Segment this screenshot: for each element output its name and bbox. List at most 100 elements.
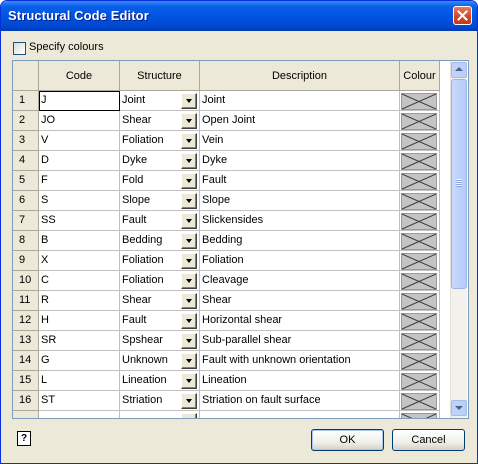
code-cell[interactable]: G (39, 351, 120, 371)
chevron-down-icon[interactable] (181, 273, 197, 289)
description-cell[interactable] (200, 411, 400, 418)
row-number[interactable]: 4 (13, 151, 39, 171)
chevron-down-icon[interactable] (181, 93, 197, 109)
chevron-down-icon[interactable] (181, 113, 197, 129)
column-header-structure[interactable]: Structure (120, 61, 200, 91)
no-colour-swatch-icon[interactable] (401, 113, 437, 130)
chevron-down-icon[interactable] (181, 293, 197, 309)
row-number[interactable]: 16 (13, 391, 39, 411)
row-number[interactable]: 13 (13, 331, 39, 351)
row-number[interactable]: 6 (13, 191, 39, 211)
no-colour-swatch-icon[interactable] (401, 273, 437, 290)
chevron-down-icon[interactable] (181, 393, 197, 409)
no-colour-swatch-icon[interactable] (401, 233, 437, 250)
row-number[interactable] (13, 411, 39, 418)
row-number[interactable]: 3 (13, 131, 39, 151)
no-colour-swatch-icon[interactable] (401, 173, 437, 190)
chevron-down-icon[interactable] (181, 373, 197, 389)
description-cell[interactable]: Lineation (200, 371, 400, 391)
scroll-thumb[interactable] (451, 79, 467, 289)
vertical-scrollbar[interactable] (450, 61, 467, 418)
code-cell[interactable]: X (39, 251, 120, 271)
help-icon[interactable]: ? (17, 431, 31, 446)
code-cell[interactable]: D (39, 151, 120, 171)
code-cell[interactable]: C (39, 271, 120, 291)
chevron-down-icon[interactable] (181, 333, 197, 349)
description-cell[interactable]: Horizontal shear (200, 311, 400, 331)
description-cell[interactable]: Shear (200, 291, 400, 311)
no-colour-swatch-icon[interactable] (401, 313, 437, 330)
no-colour-swatch-icon[interactable] (401, 333, 437, 350)
chevron-down-icon[interactable] (181, 353, 197, 369)
no-colour-swatch-icon[interactable] (401, 193, 437, 210)
no-colour-swatch-icon[interactable] (401, 293, 437, 310)
code-cell[interactable]: L (39, 371, 120, 391)
description-cell[interactable]: Open Joint (200, 111, 400, 131)
row-number[interactable]: 11 (13, 291, 39, 311)
code-cell[interactable]: JO (39, 111, 120, 131)
no-colour-swatch-icon[interactable] (401, 133, 437, 150)
scroll-up-button[interactable] (451, 62, 467, 78)
code-cell[interactable]: V (39, 131, 120, 151)
scroll-down-button[interactable] (451, 400, 467, 416)
code-cell[interactable]: SR (39, 331, 120, 351)
code-cell[interactable]: B (39, 231, 120, 251)
description-cell[interactable]: Cleavage (200, 271, 400, 291)
row-number[interactable]: 2 (13, 111, 39, 131)
chevron-down-icon[interactable] (181, 193, 197, 209)
no-colour-swatch-icon[interactable] (401, 413, 437, 418)
code-cell[interactable]: SS (39, 211, 120, 231)
description-cell[interactable]: Striation on fault surface (200, 391, 400, 411)
row-number[interactable]: 14 (13, 351, 39, 371)
description-cell[interactable]: Fault (200, 171, 400, 191)
code-cell[interactable]: F (39, 171, 120, 191)
no-colour-swatch-icon[interactable] (401, 213, 437, 230)
code-cell[interactable]: J (39, 91, 120, 111)
no-colour-swatch-icon[interactable] (401, 253, 437, 270)
ok-button[interactable]: OK (311, 429, 384, 451)
title-bar[interactable]: Structural Code Editor (1, 1, 477, 31)
row-number[interactable]: 9 (13, 251, 39, 271)
corner-cell[interactable] (13, 61, 39, 91)
column-header-colour[interactable]: Colour (400, 61, 440, 91)
description-cell[interactable]: Slickensides (200, 211, 400, 231)
chevron-down-icon[interactable] (181, 413, 197, 418)
no-colour-swatch-icon[interactable] (401, 393, 437, 410)
column-header-code[interactable]: Code (39, 61, 120, 91)
description-cell[interactable]: Joint (200, 91, 400, 111)
row-number[interactable]: 10 (13, 271, 39, 291)
chevron-down-icon[interactable] (181, 253, 197, 269)
row-number[interactable]: 8 (13, 231, 39, 251)
description-cell[interactable]: Sub-parallel shear (200, 331, 400, 351)
row-number[interactable]: 7 (13, 211, 39, 231)
code-cell[interactable]: R (39, 291, 120, 311)
chevron-down-icon[interactable] (181, 233, 197, 249)
no-colour-swatch-icon[interactable] (401, 153, 437, 170)
cancel-button[interactable]: Cancel (392, 429, 465, 451)
no-colour-swatch-icon[interactable] (401, 353, 437, 370)
row-number[interactable]: 5 (13, 171, 39, 191)
description-cell[interactable]: Fault with unknown orientation (200, 351, 400, 371)
row-number[interactable]: 1 (13, 91, 39, 111)
code-cell[interactable]: H (39, 311, 120, 331)
chevron-down-icon[interactable] (181, 153, 197, 169)
specify-colours-checkbox[interactable] (13, 42, 26, 55)
no-colour-swatch-icon[interactable] (401, 373, 437, 390)
code-cell[interactable]: S (39, 191, 120, 211)
description-cell[interactable]: Foliation (200, 251, 400, 271)
chevron-down-icon[interactable] (181, 133, 197, 149)
row-number[interactable]: 12 (13, 311, 39, 331)
chevron-down-icon[interactable] (181, 313, 197, 329)
description-cell[interactable]: Bedding (200, 231, 400, 251)
chevron-down-icon[interactable] (181, 173, 197, 189)
description-cell[interactable]: Dyke (200, 151, 400, 171)
code-cell[interactable] (39, 411, 120, 418)
chevron-down-icon[interactable] (181, 213, 197, 229)
column-header-description[interactable]: Description (200, 61, 400, 91)
no-colour-swatch-icon[interactable] (401, 93, 437, 110)
close-button[interactable] (453, 6, 472, 25)
code-cell[interactable]: ST (39, 391, 120, 411)
description-cell[interactable]: Slope (200, 191, 400, 211)
row-number[interactable]: 15 (13, 371, 39, 391)
description-cell[interactable]: Vein (200, 131, 400, 151)
